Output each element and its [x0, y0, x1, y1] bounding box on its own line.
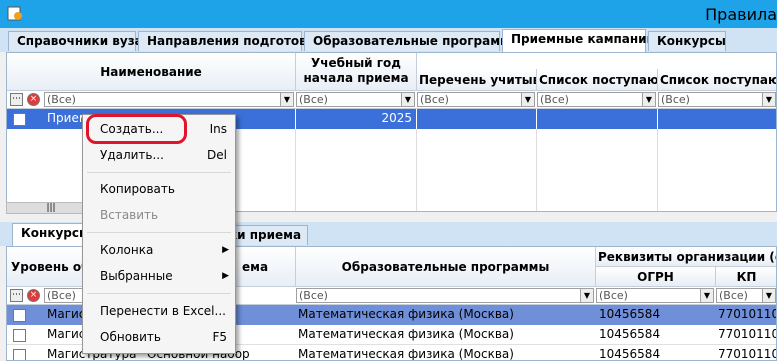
tab-contests[interactable]: Конкурсы	[648, 31, 726, 51]
app-icon[interactable]	[6, 4, 24, 22]
tab-contests-bottom[interactable]: Конкурсы	[12, 223, 92, 246]
row-kp: 77010110	[718, 327, 776, 341]
row-program: Математическая физика (Москва)	[298, 347, 514, 361]
row-program: Математическая физика (Москва)	[298, 327, 514, 341]
top-tab-bar: Справочники вуза Направления подготовки …	[0, 28, 777, 52]
row-year: 2025	[381, 111, 412, 125]
menu-item-paste[interactable]: Вставить	[83, 203, 235, 227]
row-level: Магис	[47, 327, 86, 341]
menu-item-selected[interactable]: Выбранные ▶	[83, 264, 235, 288]
tab-university-directories[interactable]: Справочники вуза	[8, 31, 143, 51]
menu-item-export-excel[interactable]: Перенести в Excel...	[83, 299, 235, 323]
filter-year[interactable]: (Все) ▼	[296, 92, 415, 107]
header-list-2[interactable]: Список поступающ...	[537, 69, 658, 91]
menu-separator	[87, 172, 231, 173]
menu-separator	[87, 293, 231, 294]
filter-row: ⋯ × (Все) ▼ (Все) ▼ (Все) ▼ (Все) ▼ (Все) ▼	[7, 91, 776, 109]
filter-list-1[interactable]: (Все) ▼	[417, 92, 535, 107]
menu-separator	[87, 232, 231, 233]
row-checkbox[interactable]	[13, 329, 26, 342]
filter-ogrn[interactable]: (Все) ▼	[596, 288, 714, 303]
row-checkbox[interactable]	[13, 113, 26, 126]
chevron-down-icon: ▼	[762, 93, 775, 106]
chevron-down-icon: ▼	[521, 93, 534, 106]
row-ogrn: 10456584	[599, 327, 661, 341]
more-icon[interactable]: ⋯	[10, 289, 23, 302]
header-programs[interactable]: Образовательные программы	[296, 247, 596, 287]
filter-list-2[interactable]: (Все) ▼	[537, 92, 656, 107]
header-kp[interactable]: КП	[716, 267, 776, 287]
highlight-annotation	[86, 114, 187, 144]
header-list-1[interactable]: Перечень учитыва...	[417, 69, 537, 91]
chevron-down-icon: ▼	[700, 289, 713, 302]
header-year[interactable]: Учебный год начала приема	[296, 53, 417, 91]
header-org[interactable]: Реквизиты организации (фил	[596, 247, 776, 267]
filter-name[interactable]: (Все) ▼	[44, 92, 294, 107]
more-icon[interactable]: ⋯	[10, 93, 23, 106]
menu-item-delete[interactable]: Удалить... Del	[83, 143, 235, 167]
row-level: Магис	[47, 307, 86, 321]
row-program: Математическая физика (Москва)	[298, 307, 514, 321]
chevron-down-icon: ▼	[401, 93, 414, 106]
filter-programs[interactable]: (Все) ▼	[296, 288, 594, 303]
chevron-down-icon: ▼	[642, 93, 655, 106]
menu-item-refresh[interactable]: Обновить F5	[83, 325, 235, 349]
clear-filter-icon[interactable]: ×	[27, 289, 40, 302]
tab-training-directions[interactable]: Направления подготовки	[138, 31, 323, 51]
header-list-3[interactable]: Список поступающ...	[658, 69, 776, 91]
chevron-down-icon: ▼	[280, 93, 293, 106]
title-bar: Правила	[0, 0, 777, 28]
tab-admission-campaigns[interactable]: Приемные кампании	[502, 29, 655, 52]
header-name[interactable]: Наименование	[7, 53, 296, 91]
filter-list-3[interactable]: (Все) ▼	[658, 92, 776, 107]
row-checkbox[interactable]	[13, 309, 26, 322]
clear-filter-icon[interactable]: ×	[27, 93, 40, 106]
chevron-down-icon: ▼	[762, 289, 775, 302]
row-kp: 77010110	[718, 307, 776, 321]
header-ogrn[interactable]: ОГРН	[596, 267, 716, 287]
row-ogrn: 10456584	[599, 307, 661, 321]
filter-kp[interactable]: (Все) ▼	[716, 288, 776, 303]
menu-item-copy[interactable]: Копировать	[83, 177, 235, 201]
tab-educational-programs[interactable]: Образовательные программы	[304, 31, 521, 51]
window-title: Правила	[705, 5, 777, 24]
chevron-right-icon: ▶	[222, 245, 229, 255]
row-kp: 77010110	[718, 347, 776, 361]
context-menu: Создать... Ins Удалить... Del Копировать В…	[82, 114, 236, 354]
menu-item-column[interactable]: Колонка ▶	[83, 238, 235, 262]
row-ogrn: 10456584	[599, 347, 661, 361]
chevron-right-icon: ▶	[222, 271, 229, 281]
chevron-down-icon: ▼	[580, 289, 593, 302]
row-checkbox[interactable]	[13, 349, 26, 360]
